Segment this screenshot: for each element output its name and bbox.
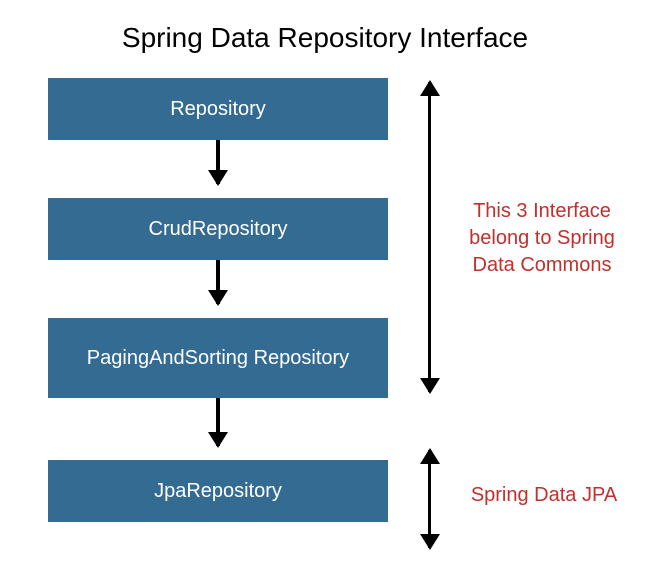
arrow-down-icon: [216, 398, 220, 446]
annotation-data-jpa: Spring Data JPA: [454, 482, 634, 509]
double-arrow-icon: [428, 82, 431, 392]
arrow-down-icon: [216, 260, 220, 304]
page-title: Spring Data Repository Interface: [0, 22, 650, 54]
annotation-data-commons: This 3 Interface belong to Spring Data C…: [452, 198, 632, 279]
repository-box: Repository: [48, 78, 388, 140]
paging-sorting-repository-box: PagingAndSorting Repository: [48, 318, 388, 398]
crud-repository-box: CrudRepository: [48, 198, 388, 260]
jpa-repository-box: JpaRepository: [48, 460, 388, 522]
arrow-down-icon: [216, 140, 220, 184]
double-arrow-icon: [428, 450, 431, 548]
